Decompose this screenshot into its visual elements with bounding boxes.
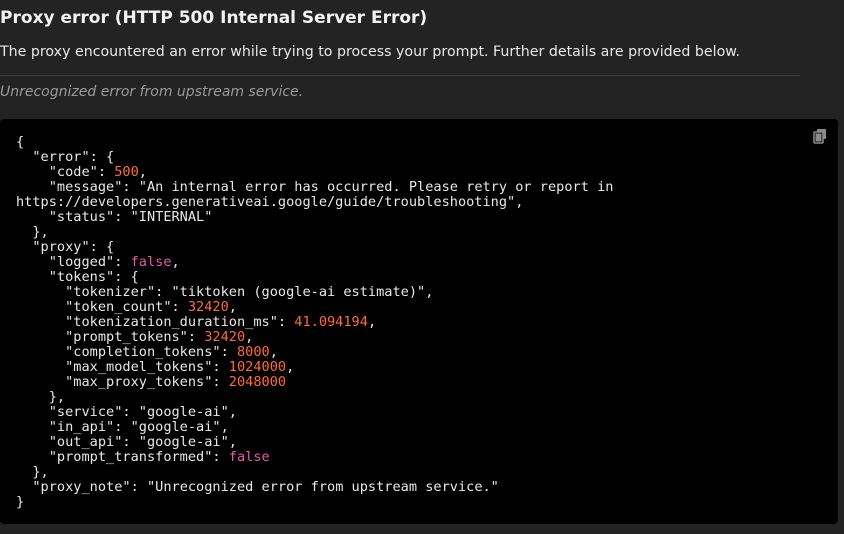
logged-value: false: [130, 254, 172, 270]
error-note: Unrecognized error from upstream service…: [0, 84, 304, 100]
completion-tokens-value: 8000: [236, 344, 270, 360]
json-code: { "error": { "code": 500, "message": "An…: [16, 134, 614, 510]
in-api-value: "google-ai": [130, 419, 221, 435]
max-proxy-tokens-value: 2048000: [228, 374, 287, 390]
error-page: Proxy error (HTTP 500 Internal Server Er…: [0, 0, 844, 534]
divider: [0, 75, 800, 76]
error-code-value: 500: [114, 164, 139, 180]
error-status-value: "INTERNAL": [130, 209, 213, 225]
error-json-block[interactable]: { "error": { "code": 500, "message": "An…: [0, 119, 838, 524]
prompt-transformed-value: false: [228, 449, 270, 465]
error-message-value: "An internal error has occurred. Please …: [138, 179, 614, 195]
error-description: The proxy encountered an error while try…: [0, 44, 741, 60]
proxy-note-value: "Unrecognized error from upstream servic…: [146, 479, 499, 495]
service-value: "google-ai": [138, 404, 229, 420]
tokenization-duration-value: 41.094194: [294, 314, 368, 330]
token-count-value: 32420: [187, 299, 229, 315]
tokenizer-value: "tiktoken (google-ai estimate)": [171, 284, 426, 300]
page-title: Proxy error (HTTP 500 Internal Server Er…: [0, 8, 428, 28]
error-message-url: https://developers.generativeai.google/g…: [16, 194, 516, 210]
out-api-value: "google-ai": [138, 434, 229, 450]
copy-icon[interactable]: [812, 128, 828, 144]
max-model-tokens-value: 1024000: [228, 359, 287, 375]
prompt-tokens-value: 32420: [204, 329, 246, 345]
